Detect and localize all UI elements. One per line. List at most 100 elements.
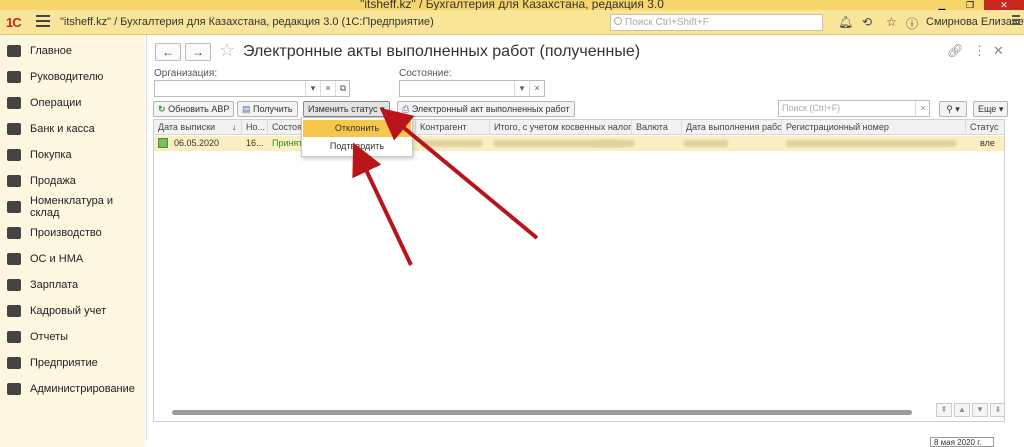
pagination-controls: ⇞ ▲ ▼ ⇟	[934, 403, 1004, 417]
sidebar-item-purchase[interactable]: Покупка	[0, 142, 145, 168]
forward-button[interactable]: →	[185, 43, 211, 61]
sort-down-icon: ↓	[232, 122, 237, 132]
sidebar-item-manager[interactable]: Руководителю	[0, 64, 145, 90]
info-icon[interactable]: ⓘ	[906, 15, 918, 32]
global-search-placeholder: Поиск Ctrl+Shift+F	[625, 17, 709, 28]
sidebar-item-production[interactable]: Производство	[0, 220, 145, 246]
document-icon	[158, 138, 168, 148]
sidebar-item-main[interactable]: Главное	[0, 38, 145, 64]
column-header[interactable]: Статус	[966, 120, 1004, 135]
sidebar-item-label: Предприятие	[30, 357, 98, 369]
column-header[interactable]: Но...	[242, 120, 268, 135]
more-label: Еще	[978, 104, 997, 114]
receive-icon: ▤	[242, 104, 251, 114]
table-header: Дата выписки ↓ Но... Состоя... Контраген…	[154, 120, 1004, 135]
change-status-button[interactable]: Изменить статус ▾	[303, 101, 390, 117]
column-header[interactable]: Валюта	[632, 120, 682, 135]
grid-icon	[7, 201, 21, 213]
horizontal-scrollbar[interactable]	[172, 410, 912, 415]
more-menu-icon[interactable]: ⋮	[973, 43, 986, 59]
print-act-button[interactable]: ⎙ Электронный акт выполненных работ	[397, 101, 575, 117]
sidebar-item-reports[interactable]: Отчеты	[0, 324, 145, 350]
menu-item-confirm[interactable]: Подтвердить	[303, 138, 411, 155]
sidebar-item-label: Отчеты	[30, 331, 69, 343]
sidebar-item-assets[interactable]: ОС и НМА	[0, 246, 145, 272]
sidebar-item-enterprise[interactable]: Предприятие	[0, 350, 145, 376]
sidebar-item-salary[interactable]: Зарплата	[0, 272, 145, 298]
sidebar-item-label: Производство	[30, 227, 102, 239]
gear-icon	[7, 383, 21, 395]
app-header: 1С "itsheff.kz" / Бухгалтерия для Казахс…	[0, 10, 1024, 35]
global-search-input[interactable]: Поиск Ctrl+Shift+F	[610, 14, 823, 31]
sidebar-item-sales[interactable]: Продажа	[0, 168, 145, 194]
sidebar-item-label: Зарплата	[30, 279, 79, 291]
cart-icon	[7, 149, 21, 161]
sidebar-item-hr[interactable]: Кадровый учет	[0, 298, 145, 324]
operations-icon	[7, 97, 21, 109]
first-page-icon[interactable]: ⇞	[936, 403, 952, 417]
organization-field[interactable]: ▾ × ⧉	[154, 80, 350, 97]
history-icon[interactable]: ⟲	[862, 15, 872, 29]
coins-icon	[7, 123, 21, 135]
close-icon[interactable]: ✕	[984, 0, 1024, 10]
next-page-icon[interactable]: ▼	[972, 403, 988, 417]
star-icon[interactable]: ☆	[886, 15, 897, 29]
clear-icon[interactable]: ×	[320, 81, 335, 96]
last-page-icon[interactable]: ⇟	[990, 403, 1004, 417]
page-title: Электронные акты выполненных работ (полу…	[243, 43, 641, 60]
bar-chart-icon	[7, 331, 21, 343]
refresh-icon: ↻	[158, 104, 166, 114]
sidebar-item-label: Банк и касса	[30, 123, 95, 135]
close-form-icon[interactable]: ✕	[993, 43, 1004, 59]
receive-button[interactable]: ▤ Получить	[237, 101, 298, 117]
menu-item-reject[interactable]: Отклонить	[303, 120, 411, 137]
column-header[interactable]: Контрагент	[416, 120, 490, 135]
column-header[interactable]: Дата выписки	[154, 120, 242, 135]
refresh-avr-label: Обновить АВР	[168, 104, 230, 114]
minimize-icon[interactable]: ▁	[928, 0, 956, 10]
list-icon	[7, 45, 21, 57]
sidebar-item-label: Администрирование	[30, 383, 135, 395]
clear-icon[interactable]: ×	[529, 81, 544, 96]
chevron-down-icon: ▾	[380, 104, 385, 114]
clear-icon[interactable]: ×	[915, 101, 930, 116]
table-search-input[interactable]: Поиск (Ctrl+F) ×	[778, 100, 930, 117]
refresh-avr-button[interactable]: ↻ Обновить АВР	[153, 101, 235, 117]
bell-icon[interactable]: 🔔︎	[838, 15, 853, 29]
sidebar-item-label: Главное	[30, 45, 73, 57]
main-menu-icon[interactable]	[36, 15, 50, 27]
column-header[interactable]: Дата выполнения работ	[682, 120, 782, 135]
search-icon: ⚲	[946, 104, 953, 114]
settings-menu-icon[interactable]	[1012, 15, 1020, 27]
redacted-counterparty	[422, 140, 482, 147]
row-status: вле	[980, 138, 995, 148]
bag-icon	[7, 175, 21, 187]
redacted-amount	[594, 140, 634, 147]
truck-icon	[7, 253, 21, 265]
sidebar-item-nomenclature[interactable]: Номенклатура и склад	[0, 194, 145, 220]
more-button[interactable]: Еще ▾	[973, 101, 1009, 117]
chevron-down-icon[interactable]: ▾	[514, 81, 529, 96]
favorite-star-icon[interactable]: ☆	[219, 40, 235, 61]
chevron-down-icon[interactable]: ▾	[305, 81, 320, 96]
table-row[interactable]: 06.05.2020 16... Принят вле	[154, 136, 1004, 151]
app-logo: 1С	[6, 15, 22, 30]
state-field[interactable]: ▾ ×	[399, 80, 545, 97]
sidebar-item-bank[interactable]: Банк и касса	[0, 116, 145, 142]
open-icon[interactable]: ⧉	[335, 81, 350, 96]
maximize-icon[interactable]: ❐	[956, 0, 984, 10]
user-name[interactable]: Смирнова Елизавета	[926, 16, 1024, 28]
sidebar-item-admin[interactable]: Администрирование	[0, 376, 145, 402]
link-icon[interactable]: 🔗︎	[947, 43, 964, 59]
prev-page-icon[interactable]: ▲	[954, 403, 970, 417]
search-options-button[interactable]: ⚲ ▾	[939, 101, 967, 117]
column-header[interactable]: Итого, с учетом косвенных налогов	[490, 120, 632, 135]
receive-label: Получить	[253, 104, 293, 114]
row-date: 06.05.2020	[174, 138, 220, 148]
back-button[interactable]: ←	[155, 43, 181, 61]
documents-table: Дата выписки ↓ Но... Состоя... Контраген…	[153, 119, 1005, 422]
state-label: Состояние:	[399, 68, 452, 79]
sidebar-item-operations[interactable]: Операции	[0, 90, 145, 116]
date-tooltip: 8 мая 2020 г.	[930, 437, 994, 447]
column-header[interactable]: Регистрационный номер	[782, 120, 966, 135]
